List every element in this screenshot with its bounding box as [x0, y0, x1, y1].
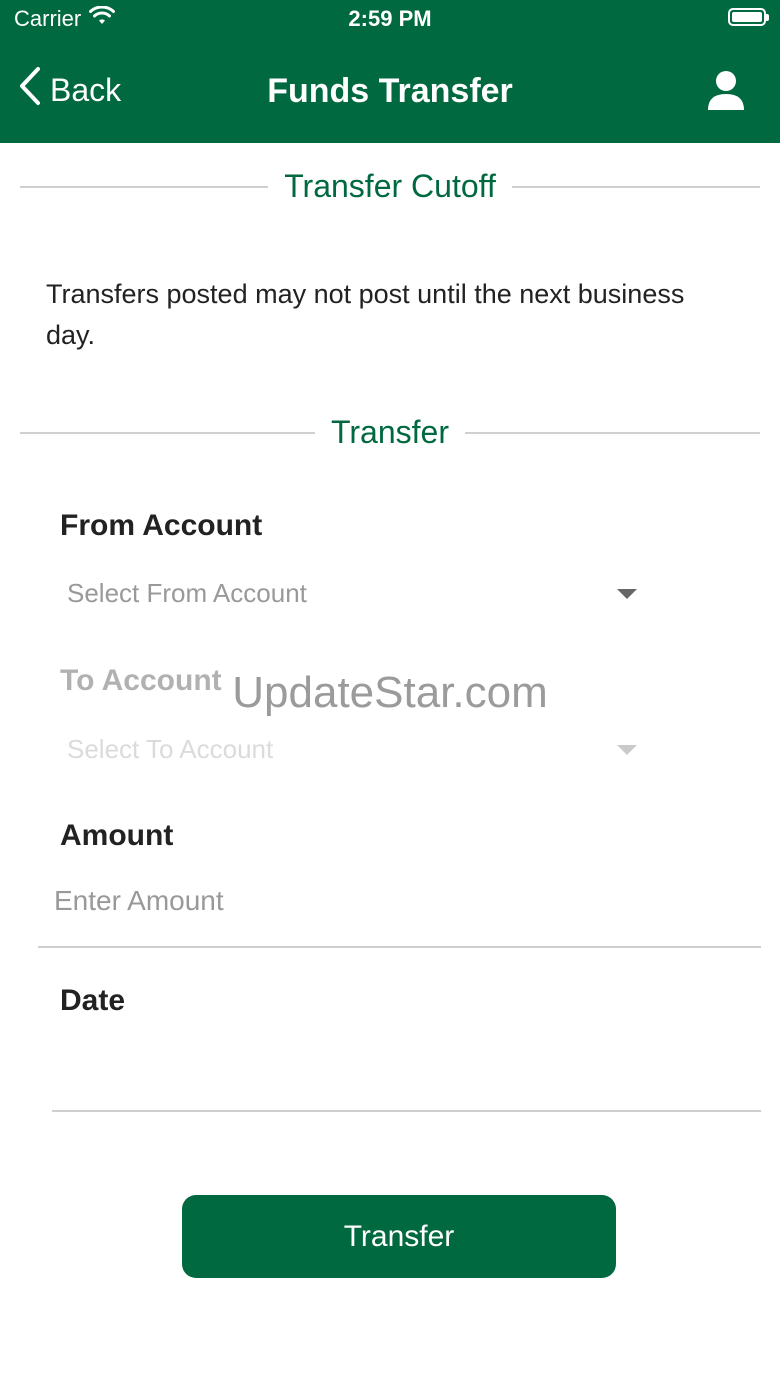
from-account-placeholder: Select From Account: [67, 578, 307, 608]
from-account-label: From Account: [60, 509, 263, 542]
app-header: Carrier 2:59 PM Back Funds Transfer: [0, 0, 780, 143]
divider-line: [20, 431, 316, 434]
divider-line: [464, 431, 761, 434]
cutoff-message: Transfers posted may not post until the …: [46, 279, 685, 350]
cutoff-section-title: Transfer Cutoff: [284, 168, 496, 204]
page-title: Funds Transfer: [267, 72, 513, 110]
to-account-select[interactable]: Select To Account: [67, 734, 637, 765]
battery-icon: [728, 8, 769, 26]
from-account-select[interactable]: Select From Account: [67, 578, 637, 609]
status-time: 2:59 PM: [348, 6, 432, 31]
date-label: Date: [60, 984, 126, 1017]
caret-down-icon: [617, 744, 637, 755]
cutoff-section-header: Transfer Cutoff: [20, 168, 761, 205]
user-icon[interactable]: [706, 70, 746, 112]
caret-down-icon: [617, 588, 637, 599]
to-account-placeholder: Select To Account: [67, 734, 274, 764]
to-account-label: To Account: [60, 664, 222, 697]
transfer-section-header: Transfer: [20, 414, 761, 451]
date-underline: [52, 1110, 761, 1112]
transfer-section-title: Transfer: [331, 414, 449, 450]
amount-underline: [38, 946, 761, 948]
amount-input[interactable]: [52, 884, 756, 918]
divider-line: [20, 185, 269, 188]
date-field[interactable]: [52, 1040, 761, 1108]
amount-label: Amount: [60, 819, 174, 852]
transfer-button[interactable]: Transfer: [182, 1195, 616, 1278]
divider-line: [511, 185, 761, 188]
